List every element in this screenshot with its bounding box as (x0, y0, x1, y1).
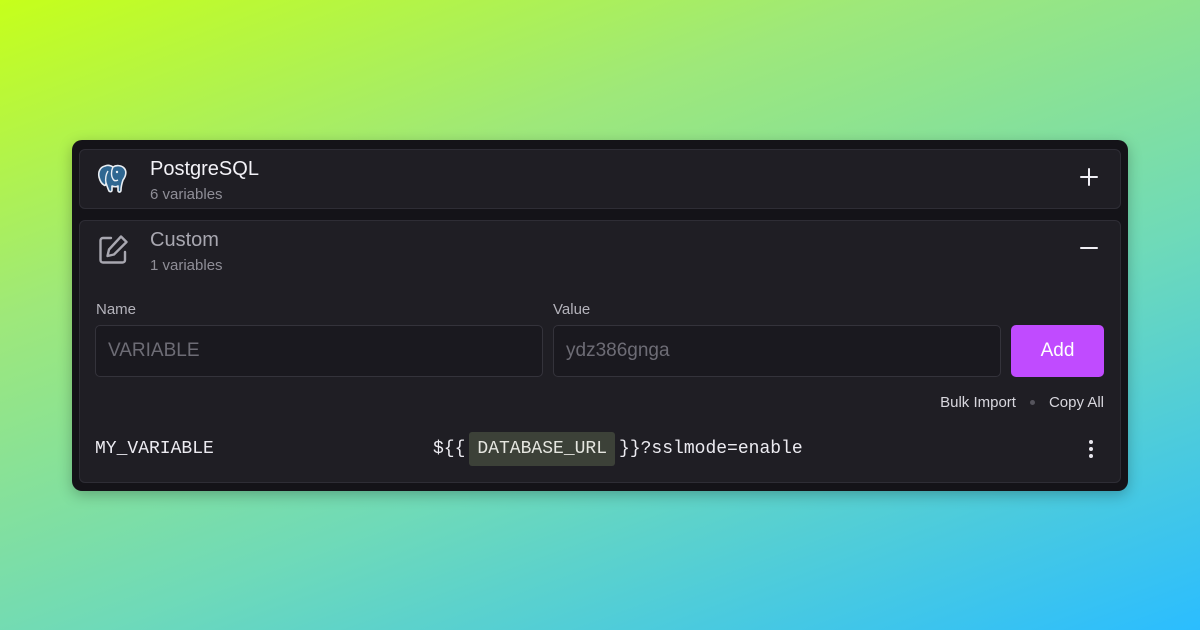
add-button[interactable]: Add (1011, 325, 1104, 377)
variable-name: MY_VARIABLE (95, 439, 214, 459)
copy-all-link[interactable]: Copy All (1049, 394, 1104, 411)
variable-value: ${{ DATABASE_URL }}?sslmode=enable (433, 432, 803, 466)
postgresql-section[interactable]: PostgreSQL 6 variables (79, 149, 1121, 209)
bulk-import-link[interactable]: Bulk Import (940, 394, 1016, 411)
custom-section: Custom 1 variables Name Value Add Bulk I… (79, 220, 1121, 483)
collapse-custom-button[interactable] (1076, 235, 1102, 261)
value-suffix: }}?sslmode=enable (619, 439, 803, 459)
reference-chip: DATABASE_URL (469, 432, 616, 466)
more-options-icon[interactable] (1079, 433, 1103, 465)
value-prefix: ${{ (433, 439, 466, 459)
value-input[interactable] (553, 325, 1001, 377)
expand-postgresql-button[interactable] (1076, 164, 1102, 190)
plus-icon (1080, 168, 1098, 186)
section-title: Custom (150, 229, 219, 251)
postgresql-elephant-icon (96, 162, 130, 196)
section-subtitle: 6 variables (150, 186, 223, 203)
section-title: PostgreSQL (150, 158, 259, 180)
variable-row[interactable]: MY_VARIABLE ${{ DATABASE_URL }}?sslmode=… (95, 429, 1107, 469)
bulk-actions: Bulk Import Copy All (940, 394, 1104, 411)
section-subtitle: 1 variables (150, 257, 223, 274)
minus-icon (1080, 247, 1098, 249)
value-label: Value (553, 301, 591, 318)
name-label: Name (96, 301, 137, 318)
variables-panel: PostgreSQL 6 variables Custom 1 variable… (72, 140, 1128, 491)
separator-dot (1029, 400, 1035, 405)
edit-square-icon (96, 233, 130, 267)
name-input[interactable] (95, 325, 543, 377)
